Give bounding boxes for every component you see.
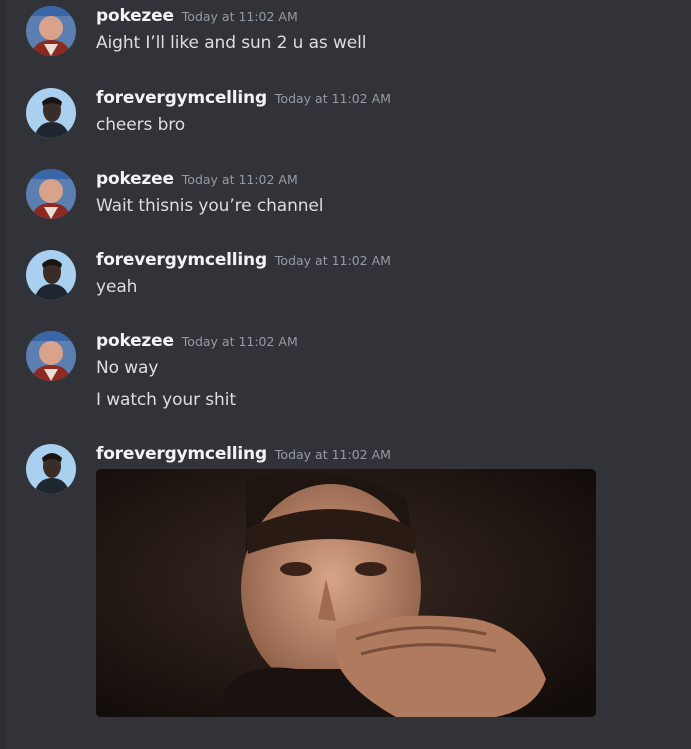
avatar[interactable] xyxy=(26,444,76,494)
timestamp: Today at 11:02 AM xyxy=(274,253,391,268)
message-text: No way xyxy=(96,358,159,378)
username[interactable]: pokezee xyxy=(96,331,174,351)
avatar[interactable] xyxy=(26,88,76,138)
username[interactable]: pokezee xyxy=(96,169,174,189)
message-header: forevergymcelling Today at 11:02 AM xyxy=(96,88,391,108)
message-header: pokezee Today at 11:02 AM xyxy=(96,331,298,351)
message-header: pokezee Today at 11:02 AM xyxy=(96,169,298,189)
channel-divider xyxy=(0,0,6,749)
timestamp: Today at 11:02 AM xyxy=(274,91,391,106)
username[interactable]: forevergymcelling xyxy=(96,250,267,270)
message-text: Wait thisnis you’re channel xyxy=(96,196,324,216)
forevergymcelling-avatar-icon xyxy=(26,444,76,494)
message-text: I watch your shit xyxy=(96,390,236,410)
timestamp: Today at 11:02 AM xyxy=(181,334,298,349)
avatar[interactable] xyxy=(26,169,76,219)
forevergymcelling-avatar-icon xyxy=(26,250,76,300)
message-text: Aight I’ll like and sun 2 u as well xyxy=(96,33,367,53)
avatar[interactable] xyxy=(26,250,76,300)
message-header: pokezee Today at 11:02 AM xyxy=(96,6,298,26)
avatar[interactable] xyxy=(26,6,76,56)
message-text: cheers bro xyxy=(96,115,186,135)
gif-attachment[interactable] xyxy=(96,469,596,717)
timestamp: Today at 11:02 AM xyxy=(181,9,298,24)
message-text: yeah xyxy=(96,277,138,297)
username[interactable]: forevergymcelling xyxy=(96,88,267,108)
gif-image-icon xyxy=(96,469,596,717)
username[interactable]: forevergymcelling xyxy=(96,444,267,464)
pokezee-avatar-icon xyxy=(26,6,76,56)
timestamp: Today at 11:02 AM xyxy=(181,172,298,187)
pokezee-avatar-icon xyxy=(26,169,76,219)
message-header: forevergymcelling Today at 11:02 AM xyxy=(96,444,391,464)
avatar[interactable] xyxy=(26,331,76,381)
forevergymcelling-avatar-icon xyxy=(26,88,76,138)
message-header: forevergymcelling Today at 11:02 AM xyxy=(96,250,391,270)
username[interactable]: pokezee xyxy=(96,6,174,26)
pokezee-avatar-icon xyxy=(26,331,76,381)
timestamp: Today at 11:02 AM xyxy=(274,447,391,462)
